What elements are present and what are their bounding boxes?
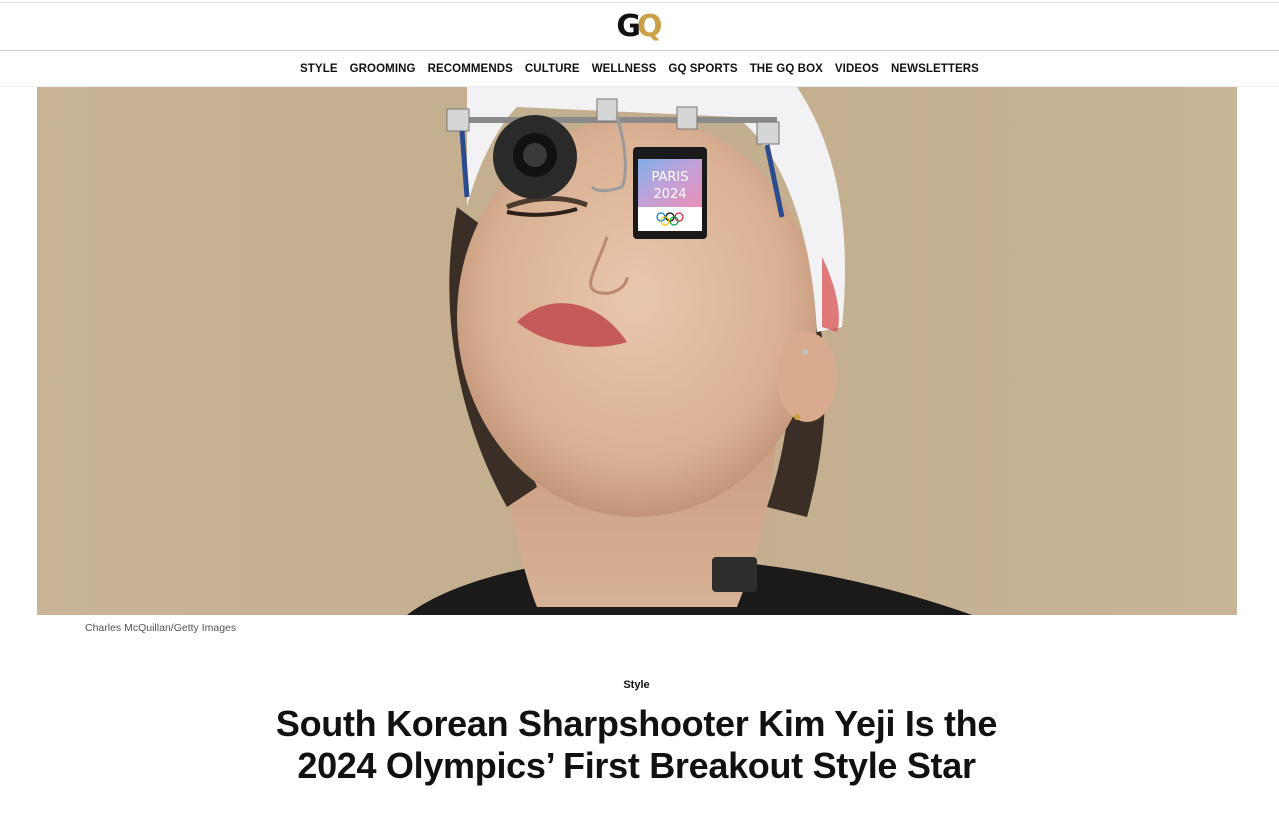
nav-item-videos[interactable]: VIDEOS: [835, 63, 879, 75]
badge-paris-text: PARIS: [651, 170, 688, 185]
gq-logo[interactable]: G Q: [616, 9, 662, 44]
badge-year-text: 2024: [653, 187, 686, 202]
nav-item-recommends[interactable]: RECOMMENDS: [428, 63, 513, 75]
photo-credit: Charles McQuillan/Getty Images: [85, 622, 237, 634]
logo-letter-q: Q: [637, 9, 663, 44]
nav-item-newsletters[interactable]: NEWSLETTERS: [891, 63, 979, 75]
nav-item-wellness[interactable]: WELLNESS: [592, 63, 657, 75]
nav-item-grooming[interactable]: GROOMING: [350, 63, 416, 75]
hero-photo-illustration: PARIS 2024: [37, 87, 1237, 615]
hero-image: PARIS 2024: [37, 87, 1237, 615]
nav-item-culture[interactable]: CULTURE: [525, 63, 580, 75]
main-navigation: STYLE GROOMING RECOMMENDS CULTURE WELLNE…: [0, 51, 1279, 86]
logo-letter-g: G: [616, 9, 641, 44]
article-rubric[interactable]: Style: [0, 679, 1273, 691]
nav-item-style[interactable]: STYLE: [300, 63, 338, 75]
article-headline: South Korean Sharpshooter Kim Yeji Is th…: [275, 703, 998, 786]
nav-item-gq-sports[interactable]: GQ SPORTS: [668, 63, 737, 75]
nav-item-the-gq-box[interactable]: THE GQ BOX: [750, 63, 823, 75]
site-header: G Q: [0, 3, 1279, 50]
